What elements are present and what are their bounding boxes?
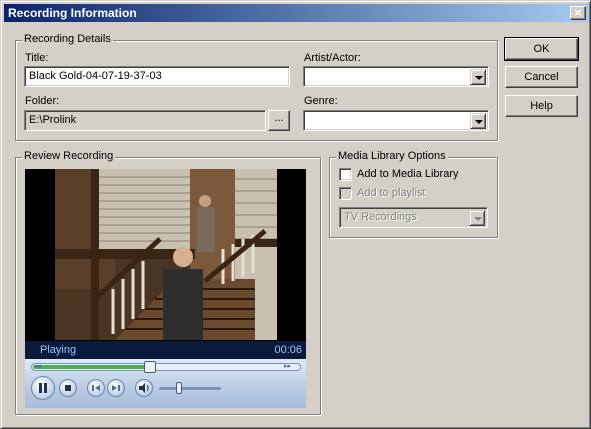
playlist-dropdown-arrow-icon xyxy=(469,210,485,226)
add-to-media-library-label[interactable]: Add to Media Library xyxy=(357,168,459,180)
rewind-icon[interactable]: ◂◂ xyxy=(34,363,48,370)
playback-status: Playing xyxy=(40,344,77,356)
review-recording-legend: Review Recording xyxy=(22,150,116,162)
mute-button[interactable] xyxy=(135,379,153,397)
pause-icon xyxy=(39,383,47,393)
volume-thumb[interactable] xyxy=(176,382,182,394)
player-controls: ◂◂ ▸▸ xyxy=(25,359,306,408)
genre-dropdown-arrow-icon[interactable] xyxy=(470,113,486,129)
recording-details-legend: Recording Details xyxy=(22,33,113,45)
media-library-options-legend: Media Library Options xyxy=(336,150,448,162)
player-status-bar: Playing 00:06 xyxy=(25,341,306,359)
video-image xyxy=(55,169,277,340)
next-button[interactable] xyxy=(107,379,125,397)
add-to-playlist-label: Add to playlist xyxy=(357,187,426,199)
speaker-icon xyxy=(139,383,149,393)
close-button[interactable]: × xyxy=(570,6,586,20)
title-field[interactable]: Black Gold-04-07-19-37-03 xyxy=(24,66,290,87)
stop-button[interactable] xyxy=(59,379,77,397)
help-button[interactable]: Help xyxy=(505,95,578,117)
genre-label: Genre: xyxy=(304,95,338,107)
previous-icon xyxy=(92,385,100,391)
next-icon xyxy=(112,385,120,391)
window-title: Recording Information xyxy=(8,6,137,20)
video-frame[interactable] xyxy=(55,169,277,340)
volume-slider[interactable] xyxy=(159,382,221,394)
fast-forward-icon[interactable]: ▸▸ xyxy=(284,363,298,370)
stop-icon xyxy=(65,385,71,391)
playlist-combo: TV Recordings xyxy=(339,207,488,228)
pause-button[interactable] xyxy=(31,376,55,400)
cancel-button[interactable]: Cancel xyxy=(505,66,578,88)
title-label: Title: xyxy=(25,52,49,64)
artist-combo[interactable] xyxy=(303,66,489,87)
genre-combo[interactable] xyxy=(303,110,489,131)
media-player: Playing 00:06 ◂◂ ▸▸ xyxy=(25,169,306,408)
close-icon: × xyxy=(573,6,583,19)
playback-time: 00:06 xyxy=(274,344,302,356)
previous-button[interactable] xyxy=(87,379,105,397)
add-to-media-library-checkbox[interactable] xyxy=(339,168,352,181)
artist-dropdown-arrow-icon[interactable] xyxy=(470,69,486,85)
folder-field: E:\Prolink xyxy=(24,110,266,131)
title-bar: Recording Information × xyxy=(4,4,589,22)
add-to-playlist-checkbox xyxy=(339,187,352,200)
ok-button[interactable]: OK xyxy=(504,37,579,61)
folder-label: Folder: xyxy=(25,95,60,107)
recording-information-dialog: Recording Information × Recording Detail… xyxy=(0,0,591,429)
artist-label: Artist/Actor: xyxy=(304,52,361,64)
browse-folder-button[interactable]: ... xyxy=(268,110,290,131)
playlist-value: TV Recordings xyxy=(344,211,417,223)
seek-thumb[interactable] xyxy=(144,361,156,373)
seek-progress xyxy=(33,365,151,369)
seek-bar[interactable]: ◂◂ ▸▸ xyxy=(31,361,301,373)
